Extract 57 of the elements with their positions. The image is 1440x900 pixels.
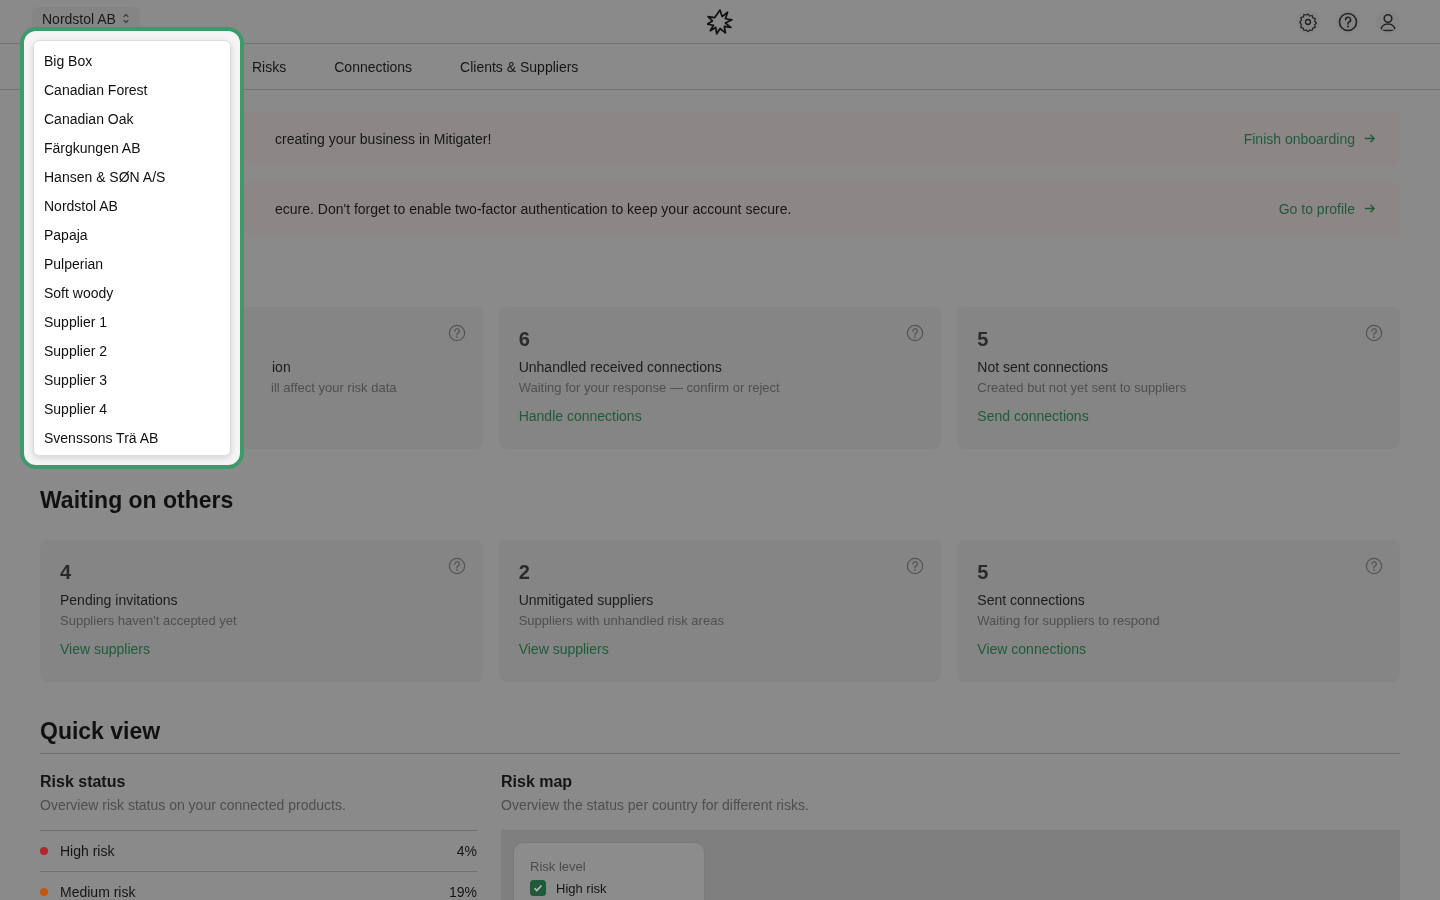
stat-title: Unhandled received connections bbox=[518, 359, 723, 375]
company-option[interactable]: Canadian Oak bbox=[44, 107, 220, 136]
stat-title: Not sent connections bbox=[977, 359, 1110, 375]
company-option[interactable]: Svenssons Trä AB bbox=[44, 426, 220, 455]
help-icon[interactable] bbox=[906, 557, 925, 575]
nav-tab[interactable]: Connections bbox=[310, 44, 437, 89]
risk-label: Medium risk bbox=[60, 884, 137, 900]
help-icon[interactable] bbox=[906, 324, 925, 342]
user-icon[interactable] bbox=[1376, 9, 1400, 34]
section-heading: Quick view bbox=[40, 718, 1400, 754]
stat-count: 4 bbox=[60, 561, 72, 583]
help-icon[interactable] bbox=[447, 324, 466, 342]
arrow-right-icon bbox=[1363, 132, 1376, 145]
risk-percent: 19% bbox=[448, 884, 477, 900]
company-option[interactable]: Big Box bbox=[44, 49, 220, 78]
stat-title: Sent connections bbox=[977, 592, 1086, 608]
panel-title: Risk map bbox=[501, 773, 574, 791]
checkmark-icon bbox=[532, 882, 544, 894]
company-option[interactable]: Pulperian bbox=[44, 252, 220, 281]
company-option[interactable]: Supplier 3 bbox=[44, 368, 220, 397]
company-option[interactable]: Supplier 4 bbox=[44, 397, 220, 426]
help-icon[interactable] bbox=[1365, 324, 1383, 342]
stat-count: 6 bbox=[518, 328, 530, 350]
logo-icon bbox=[707, 9, 733, 35]
stat-count: 5 bbox=[977, 328, 989, 350]
chevrons-icon bbox=[121, 13, 130, 24]
company-option[interactable]: Papaja bbox=[44, 223, 220, 252]
legend-title: Risk level bbox=[530, 859, 586, 874]
company-option[interactable]: Färgkungen AB bbox=[44, 136, 220, 165]
help-icon[interactable] bbox=[1365, 557, 1383, 575]
banner-text: creating your business in Mitigater! bbox=[275, 130, 492, 147]
panel-subtitle: Overview risk status on your connected products. bbox=[40, 797, 347, 813]
help-icon[interactable] bbox=[1336, 9, 1360, 34]
panel-title: Risk status bbox=[40, 773, 127, 791]
stat-title: Pending invitations bbox=[60, 592, 179, 608]
settings-icon[interactable] bbox=[1296, 9, 1320, 34]
arrow-right-icon bbox=[1363, 202, 1376, 215]
stat-title: ion bbox=[271, 359, 292, 375]
stat-title: Unmitigated suppliers bbox=[518, 592, 655, 608]
company-option[interactable]: Supplier 1 bbox=[44, 310, 220, 339]
stat-count: 2 bbox=[518, 561, 530, 583]
company-option[interactable]: Hansen & SØN A/S bbox=[44, 165, 220, 194]
stat-count: 5 bbox=[977, 561, 989, 583]
banner-text: ecure. Don't forget to enable two-factor authentication to keep your account secure. bbox=[275, 200, 792, 217]
risk-percent: 4% bbox=[456, 843, 477, 859]
section-heading: Waiting on others bbox=[40, 487, 235, 514]
panel-subtitle: Overview the status per country for different risks. bbox=[501, 797, 810, 813]
checkbox[interactable] bbox=[530, 880, 546, 896]
risk-label: High risk bbox=[60, 843, 116, 859]
company-option[interactable]: Canadian Forest bbox=[44, 78, 220, 107]
nav-tab[interactable]: Clients & Suppliers bbox=[436, 44, 603, 89]
company-option[interactable]: Nordstol AB bbox=[44, 194, 220, 223]
company-option[interactable]: Supplier 2 bbox=[44, 339, 220, 368]
nav-tab[interactable]: Risks bbox=[228, 44, 311, 89]
company-option[interactable]: Soft woody bbox=[44, 281, 220, 310]
help-icon[interactable] bbox=[447, 557, 466, 575]
legend-label: High risk bbox=[556, 880, 607, 896]
